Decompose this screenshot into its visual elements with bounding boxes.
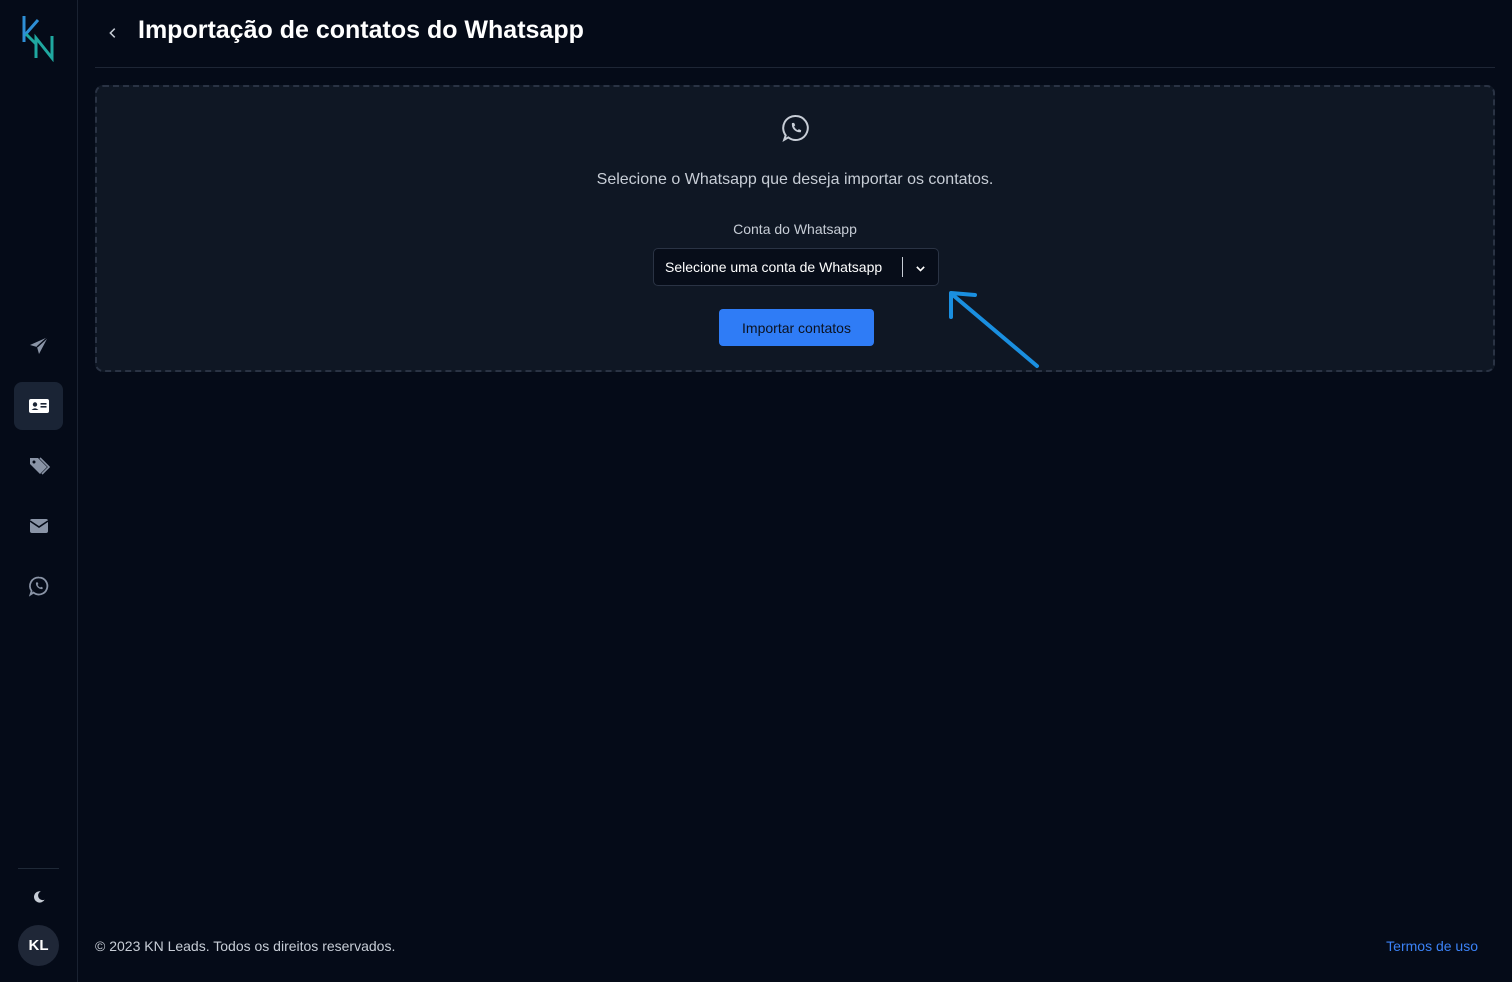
terms-of-use-link[interactable]: Termos de uso: [1386, 938, 1478, 954]
whatsapp-account-select[interactable]: Selecione uma conta de Whatsapp: [653, 248, 939, 286]
whatsapp-icon: [28, 576, 48, 597]
instruction-text: Selecione o Whatsapp que deseja importar…: [596, 171, 994, 188]
contact-card-icon: [28, 399, 49, 413]
avatar-initials: KL: [28, 937, 49, 954]
page-header: Importação de contatos do Whatsapp: [95, 0, 1495, 68]
sidebar-item-tags[interactable]: [14, 442, 63, 490]
import-panel: Selecione o Whatsapp que deseja importar…: [95, 85, 1495, 372]
back-button[interactable]: [103, 22, 123, 44]
whatsapp-icon: [781, 113, 811, 143]
theme-toggle[interactable]: [26, 884, 52, 910]
send-icon: [29, 336, 49, 354]
page-title: Importação de contatos do Whatsapp: [138, 16, 584, 44]
tags-icon: [29, 457, 50, 475]
sidebar-divider: [18, 868, 59, 869]
annotation-arrow: [949, 291, 1039, 368]
sidebar-item-whatsapp[interactable]: [14, 562, 63, 610]
avatar[interactable]: KL: [18, 925, 59, 966]
mail-icon: [29, 519, 48, 533]
copyright-text: © 2023 KN Leads. Todos os direitos reser…: [95, 938, 396, 954]
sidebar: KL: [0, 0, 78, 982]
import-contacts-button[interactable]: Importar contatos: [719, 309, 874, 346]
sidebar-item-email[interactable]: [14, 502, 63, 550]
whatsapp-account-label: Conta do Whatsapp: [733, 221, 857, 237]
app-frame: KL Importação de contatos do Whatsapp Se…: [0, 0, 1512, 982]
select-placeholder: Selecione uma conta de Whatsapp: [665, 259, 883, 275]
chevron-down-icon[interactable]: [910, 258, 930, 278]
sidebar-item-campaigns[interactable]: [14, 322, 63, 370]
select-separator: [902, 257, 903, 277]
chevron-left-icon: [109, 28, 116, 38]
sidebar-item-contacts[interactable]: [14, 382, 63, 430]
kn-logo[interactable]: [20, 14, 58, 63]
moon-icon: [34, 891, 45, 903]
